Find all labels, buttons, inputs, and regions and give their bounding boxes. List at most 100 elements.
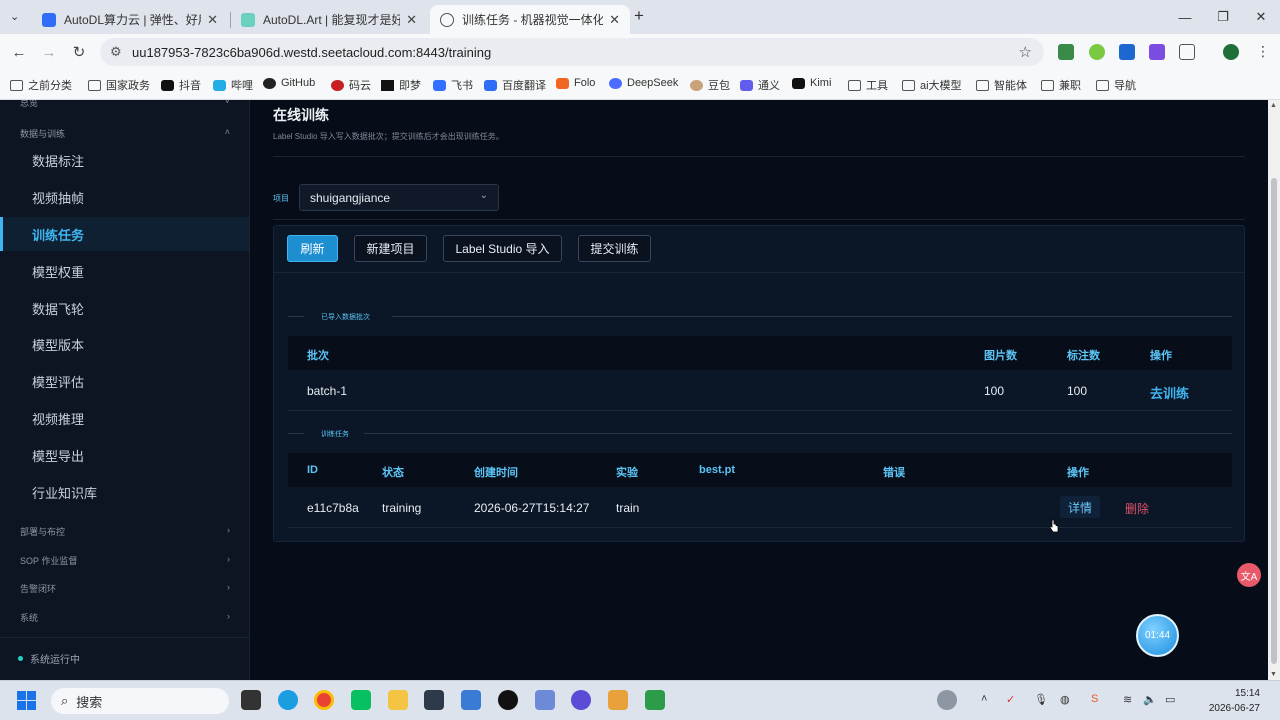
- sidebar-section-system[interactable]: 系统 ›: [20, 611, 230, 624]
- restore-icon[interactable]: ❐: [1204, 0, 1242, 34]
- sidebar-item-export[interactable]: 模型导出: [0, 438, 249, 472]
- minimize-icon[interactable]: —: [1166, 0, 1204, 34]
- extension-icon[interactable]: [1119, 44, 1135, 60]
- refresh-button[interactable]: 刷新: [287, 235, 338, 262]
- bookmark-item[interactable]: 智能体: [976, 77, 1027, 93]
- tab-close-icon[interactable]: ✕: [406, 12, 417, 28]
- scroll-down-icon[interactable]: ▼: [1270, 671, 1277, 678]
- bookmark-item[interactable]: 之前分类: [10, 77, 72, 93]
- new-tab-button[interactable]: +: [634, 6, 644, 26]
- bookmark-item[interactable]: 码云: [331, 77, 371, 93]
- battery-icon[interactable]: ▭: [1165, 693, 1175, 706]
- bookmark-item[interactable]: 飞书: [433, 77, 473, 93]
- app-icon[interactable]: [535, 690, 555, 710]
- app-tray-icon[interactable]: [937, 690, 957, 710]
- window-close-icon[interactable]: ✕: [1242, 0, 1280, 34]
- job-detail-button[interactable]: 详情: [1060, 496, 1101, 518]
- sidebar-item-model-versions[interactable]: 模型版本: [0, 327, 249, 361]
- sidebar-item-weights[interactable]: 模型权重: [0, 254, 249, 288]
- translate-icon[interactable]: 文A: [1237, 563, 1261, 587]
- sidebar-section-sop[interactable]: SOP 作业监督 ›: [20, 554, 230, 567]
- bookmark-item[interactable]: 通义: [740, 77, 780, 93]
- bookmark-item[interactable]: Kimi: [792, 77, 831, 89]
- taskbar-search[interactable]: ⌕ 搜索: [51, 688, 229, 714]
- bookmark-item[interactable]: 百度翻译: [484, 77, 546, 93]
- job-delete-button[interactable]: 删除: [1125, 500, 1149, 517]
- page-scrollbar[interactable]: ▲ ▼: [1268, 100, 1280, 680]
- file-explorer-icon[interactable]: [388, 690, 408, 710]
- sidebar-item-knowledge-base[interactable]: 行业知识库: [0, 475, 249, 509]
- go-train-link[interactable]: 去训练: [1150, 383, 1189, 402]
- bookmark-item[interactable]: Folo: [556, 77, 595, 89]
- bookmark-item[interactable]: ai大模型: [902, 77, 962, 93]
- sidebar-item-annotation[interactable]: 数据标注: [0, 143, 249, 177]
- tab-search-chevron-icon[interactable]: ⌄: [10, 10, 19, 23]
- bookmark-item[interactable]: 兼职: [1041, 77, 1081, 93]
- sidebar-item-training[interactable]: 训练任务: [0, 217, 249, 251]
- feishu-icon: [433, 79, 446, 91]
- taskbar-clock[interactable]: 15:14 2026-06-27: [1209, 686, 1260, 716]
- microphone-icon[interactable]: 🎙: [1034, 693, 1048, 706]
- profile-avatar[interactable]: [1223, 44, 1239, 60]
- back-arrow-icon[interactable]: ←: [8, 41, 30, 63]
- wechat-icon[interactable]: [351, 690, 371, 710]
- tab-close-icon[interactable]: ✕: [609, 12, 620, 28]
- edge-icon[interactable]: [278, 690, 298, 710]
- windows-start-icon[interactable]: [17, 691, 36, 710]
- bookmark-item[interactable]: 导航: [1096, 77, 1136, 93]
- app-icon[interactable]: [424, 690, 444, 710]
- app-icon[interactable]: [461, 690, 481, 710]
- extension-icon[interactable]: [1089, 44, 1105, 60]
- extension-icon[interactable]: [1149, 44, 1165, 60]
- chevron-up-icon[interactable]: ˄: [981, 693, 987, 705]
- volume-icon[interactable]: 🔈: [1143, 693, 1157, 706]
- bookmark-item[interactable]: 豆包: [690, 77, 730, 93]
- browser-tab-training[interactable]: 训练任务 - 机器视觉一体化服务 ✕: [430, 5, 630, 34]
- app-icon[interactable]: [571, 690, 591, 710]
- sidebar-item-frame-extract[interactable]: 视频抽帧: [0, 180, 249, 214]
- scrollbar-thumb[interactable]: [1271, 178, 1277, 664]
- tray-app-icon[interactable]: S: [1091, 693, 1098, 705]
- browser-tab-autodl[interactable]: AutoDL算力云 | 弹性、好用、省 ✕: [32, 5, 228, 34]
- sidebar-section-overview[interactable]: 总览 ˅: [20, 100, 230, 109]
- bookmark-item[interactable]: 即梦: [381, 77, 421, 93]
- bookmark-item[interactable]: 哔哩: [213, 77, 253, 93]
- sidebar-item-video-inference[interactable]: 视频推理: [0, 401, 249, 435]
- wifi-icon[interactable]: ≋: [1123, 693, 1132, 706]
- sidebar-section-deploy[interactable]: 部署与布控 ›: [20, 525, 230, 538]
- sidebar-item-evaluation[interactable]: 模型评估: [0, 364, 249, 398]
- forward-arrow-icon[interactable]: →: [38, 41, 60, 63]
- app-icon[interactable]: [608, 690, 628, 710]
- tray-app-icon[interactable]: ◍: [1060, 693, 1070, 706]
- task-view-icon[interactable]: [241, 690, 261, 710]
- project-select[interactable]: shuigangjiance ⌄: [299, 184, 499, 211]
- extension-icon[interactable]: [1058, 44, 1074, 60]
- browser-menu-icon[interactable]: ⋮: [1256, 43, 1270, 60]
- tray-app-icon[interactable]: ✓: [1006, 693, 1015, 706]
- site-info-icon[interactable]: ⚙: [110, 44, 122, 60]
- app-icon[interactable]: [645, 690, 665, 710]
- puzzle-extensions-icon[interactable]: [1179, 44, 1195, 60]
- reload-icon[interactable]: ↻: [68, 41, 90, 63]
- scroll-up-icon[interactable]: ▲: [1270, 102, 1277, 109]
- label-studio-import-button[interactable]: Label Studio 导入: [443, 235, 562, 262]
- sidebar-item-data-flywheel[interactable]: 数据飞轮: [0, 291, 249, 325]
- qq-icon[interactable]: [498, 690, 518, 710]
- timer-badge[interactable]: 01:44: [1136, 614, 1179, 657]
- chrome-icon[interactable]: [314, 690, 334, 710]
- bookmark-item[interactable]: 国家政务: [88, 77, 150, 93]
- section-divider-line: [364, 433, 1232, 434]
- new-project-button[interactable]: 新建项目: [354, 235, 427, 262]
- submit-training-button[interactable]: 提交训练: [578, 235, 651, 262]
- bookmark-item[interactable]: GitHub: [263, 77, 315, 89]
- sidebar-section-data-training[interactable]: 数据与训练 ˄: [20, 127, 230, 140]
- url-text[interactable]: uu187953-7823c6ba906d.westd.seetacloud.c…: [132, 45, 491, 60]
- bookmark-item[interactable]: 工具: [848, 77, 888, 93]
- browser-tab-autodl-art[interactable]: AutoDL.Art | 能复现才是好算法 ✕: [231, 5, 427, 34]
- tab-close-icon[interactable]: ✕: [207, 12, 218, 28]
- bookmark-item[interactable]: DeepSeek: [609, 77, 678, 89]
- bookmark-item[interactable]: 抖音: [161, 77, 201, 93]
- address-bar[interactable]: ⚙ uu187953-7823c6ba906d.westd.seetacloud…: [100, 38, 1044, 66]
- sidebar-section-alerts[interactable]: 告警闭环 ›: [20, 582, 230, 595]
- bookmark-star-icon[interactable]: ☆: [1019, 43, 1032, 61]
